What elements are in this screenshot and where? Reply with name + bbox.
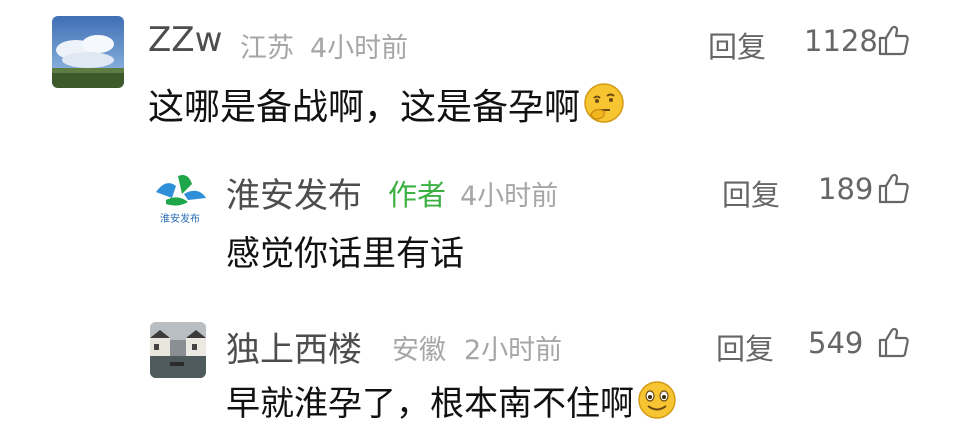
reply-button[interactable]: 回复 (708, 24, 766, 66)
author-badge: 作者 (388, 178, 447, 212)
comment-item: ZZw 江苏 4小时前 回复 1128 这哪是备战啊，这是备孕啊 (0, 0, 960, 140)
canal-town-avatar-image (150, 322, 206, 378)
avatar[interactable] (150, 322, 206, 378)
comment-time: 4小时前 (310, 33, 409, 64)
comment-text-content: 这哪是备战啊，这是备孕啊 (148, 87, 581, 128)
avatar-logo-text: 淮安发布 (160, 212, 200, 225)
avatar[interactable]: 淮安发布 (148, 164, 212, 228)
reply-item: 独上西楼 安徽 2小时前 回复 549 早就淮孕了，根本南不住啊 (0, 306, 960, 448)
thumbs-up-icon[interactable] (876, 24, 910, 58)
comment-text: 感觉你话里有话 (226, 234, 464, 274)
comment-text-content: 早就淮孕了，根本南不住啊 (226, 384, 634, 424)
reply-button[interactable]: 回复 (716, 326, 774, 368)
smiling-face-emoji (638, 381, 676, 419)
comment-username[interactable]: ZZw (148, 20, 222, 60)
comment-username[interactable]: 独上西楼 (226, 322, 362, 371)
like-count: 549 (808, 326, 864, 360)
reply-button[interactable]: 回复 (722, 172, 780, 214)
like-count: 189 (818, 172, 874, 206)
comment-time: 2小时前 (464, 335, 563, 366)
sky-landscape-avatar-image (52, 16, 124, 88)
comment-location: 安徽 (392, 335, 446, 366)
thumbs-up-icon[interactable] (876, 172, 910, 206)
comment-time: 4小时前 (460, 181, 559, 212)
comment-text: 这哪是备战啊，这是备孕啊 (148, 78, 626, 130)
huaian-logo-avatar: 淮安发布 (156, 175, 206, 225)
thumbs-up-icon[interactable] (876, 326, 910, 360)
comment-username[interactable]: 淮安发布 (226, 168, 362, 217)
reply-item: 淮安发布 淮安发布 作者 4小时前 回复 189 感觉你话里有话 (0, 150, 960, 290)
like-count: 1128 (804, 24, 878, 58)
comment-text: 早就淮孕了，根本南不住啊 (226, 376, 678, 425)
comment-location: 江苏 (240, 33, 294, 64)
avatar[interactable] (52, 16, 124, 88)
thinking-face-emoji (584, 83, 624, 123)
